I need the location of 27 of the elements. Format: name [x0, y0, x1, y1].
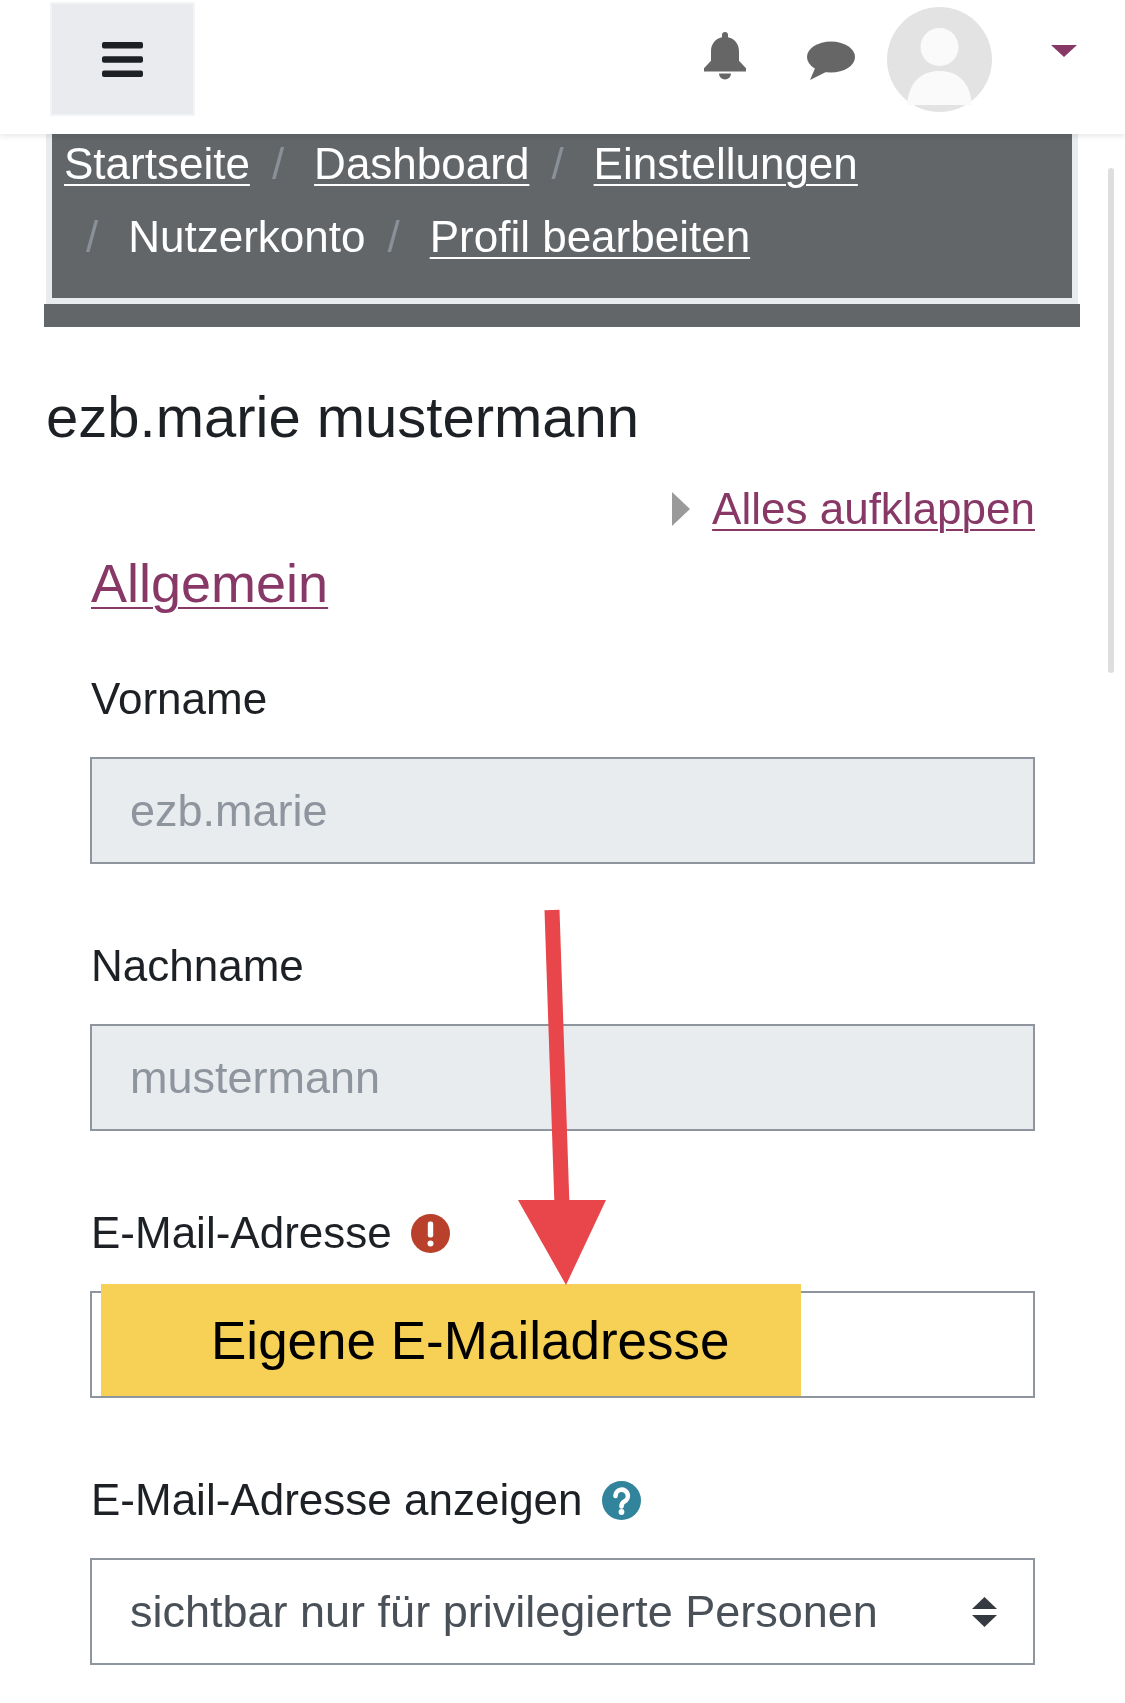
field-label: E-Mail-Adresse anzeigen [91, 1475, 583, 1525]
expand-all-link[interactable]: Alles aufklappen [712, 484, 1035, 534]
menu-button[interactable] [50, 2, 195, 116]
breadcrumb-separator: / [86, 212, 100, 262]
section-link[interactable]: Allgemein [91, 552, 329, 614]
breadcrumb-separator: / [551, 139, 565, 189]
help-icon[interactable] [601, 1480, 641, 1520]
breadcrumb-current: Nutzerkonto [128, 212, 366, 262]
select-dropdown[interactable]: sichtbar nur für privilegierte Personen [90, 1558, 1035, 1665]
menu-icon [102, 41, 143, 77]
field-label: E-Mail-Adresse [91, 1208, 392, 1258]
bell-icon[interactable] [702, 32, 748, 80]
caret-right-icon[interactable] [672, 492, 691, 526]
chat-bubble-icon[interactable] [805, 41, 855, 80]
caret-icon[interactable] [1051, 45, 1077, 57]
updown-arrows-icon [972, 1596, 997, 1627]
breadcrumb-link[interactable]: Profil bearbeiten [429, 212, 751, 262]
page-title: ezb.marie mustermann [46, 385, 640, 449]
breadcrumb-separator: / [271, 139, 286, 189]
scrollbar[interactable] [1108, 168, 1114, 673]
annotation-tooltip: Eigene E-Mailadresse [101, 1284, 801, 1396]
breadcrumb-link[interactable]: Einstellungen [593, 139, 858, 189]
breadcrumb-link[interactable]: Dashboard [314, 139, 530, 189]
field-label: Nachname [91, 941, 304, 991]
field-label: Vorname [91, 674, 268, 724]
breadcrumb-link[interactable]: Startseite [64, 139, 250, 189]
breadcrumb-separator: / [387, 212, 401, 262]
